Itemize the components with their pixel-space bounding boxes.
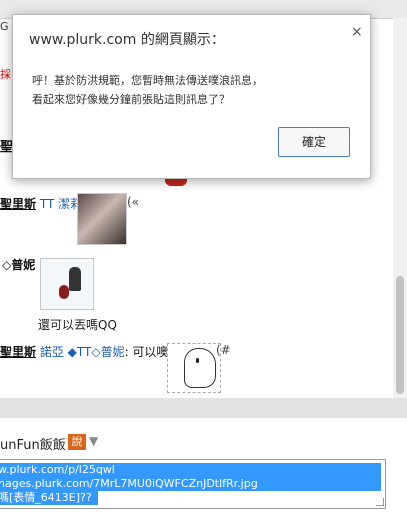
selected-text-line: nages.plurk.com/7MrL7MU0iQWFCZnJDtlfRr.j… xyxy=(0,477,381,491)
figure-shape xyxy=(69,267,81,291)
target-link[interactable]: TT 潔莉 xyxy=(40,197,82,211)
author-link[interactable]: ◇普妮 xyxy=(2,256,35,273)
plurk-post: 聖里斯 TT 潔莉: xyxy=(0,195,86,212)
ok-button[interactable]: 確定 xyxy=(278,127,350,157)
selected-text-line: 嗎[表情_6413E]?? xyxy=(0,491,98,505)
plurk-textarea[interactable]: w.plurk.com/p/l25qwl nages.plurk.com/7Mr… xyxy=(0,459,386,509)
dialog-title: www.plurk.com 的網頁顯示： xyxy=(29,32,225,48)
partial-red-text: 採 xyxy=(0,68,11,81)
close-icon[interactable]: × xyxy=(351,24,363,40)
partial-text: G xyxy=(0,20,9,33)
dialog-message: 呼！基於防洪規範，您暫時無法傳送噗浪訊息， xyxy=(32,74,263,87)
chevron-down-icon[interactable]: ▼ xyxy=(89,434,98,448)
figure-shape xyxy=(59,285,69,299)
moomin-sticker-image[interactable] xyxy=(167,343,221,393)
target-link[interactable]: 諾亞 ◆TT◇普妮 xyxy=(40,345,125,359)
post-image[interactable] xyxy=(40,258,94,310)
scrollbar-thumb[interactable] xyxy=(396,276,404,394)
resize-handle[interactable] xyxy=(376,498,384,506)
alert-dialog: www.plurk.com 的網頁顯示： × 呼！基於防洪規範，您暫時無法傳送噗… xyxy=(12,14,371,179)
author-link[interactable]: 聖里斯 xyxy=(0,197,36,211)
author-link[interactable]: 聖里斯 xyxy=(0,345,36,359)
timeline-divider xyxy=(0,398,407,418)
qualifier-badge[interactable]: 說 xyxy=(68,434,86,450)
sticker-outline xyxy=(184,348,216,388)
post-caption: 還可以丟嗎QQ xyxy=(38,318,117,332)
dialog-message: 看起來您好像幾分鐘前張貼這則訊息了？ xyxy=(32,93,230,106)
red-image-fragment xyxy=(165,178,187,186)
composer-user-label: unFun飯飯 xyxy=(0,438,66,453)
plurk-post: 聖里斯 諾亞 ◆TT◇普妮: 可以噢！ xyxy=(0,343,180,360)
post-text-tail: (# xyxy=(216,343,231,357)
selected-text-line: w.plurk.com/p/l25qwl xyxy=(0,463,381,477)
sticker-eye xyxy=(196,358,199,363)
post-image[interactable] xyxy=(77,193,127,245)
post-text-tail: (« xyxy=(127,195,140,209)
